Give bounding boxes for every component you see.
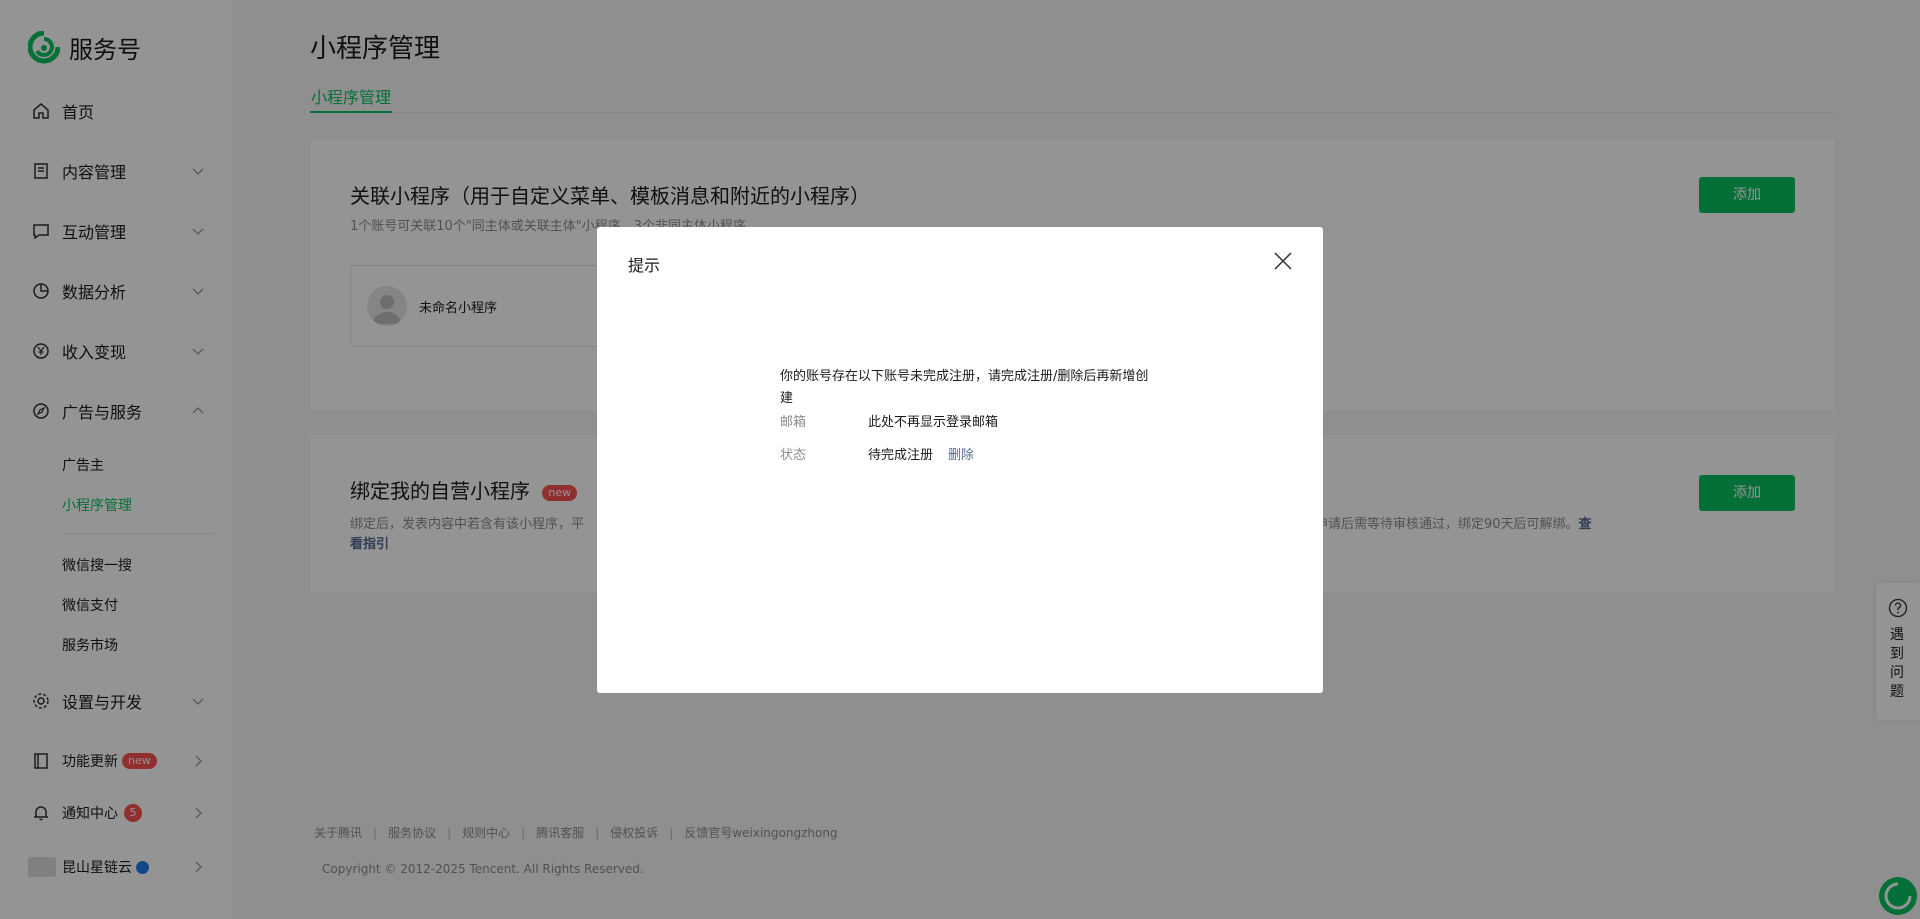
dialog-message: 你的账号存在以下账号未完成注册，请完成注册/删除后再新增创建 — [780, 369, 1149, 406]
status-label: 状态 — [780, 448, 807, 463]
dialog-title: 提示 — [628, 256, 661, 275]
status-value: 待完成注册 — [868, 448, 934, 463]
close-icon[interactable] — [1272, 250, 1294, 272]
notice-dialog: 提示 你的账号存在以下账号未完成注册，请完成注册/删除后再新增创建 邮箱 此处不再… — [597, 227, 1323, 693]
dialog-email-row: 邮箱 此处不再显示登录邮箱 — [780, 411, 998, 430]
delete-link[interactable]: 删除 — [948, 448, 974, 463]
email-label: 邮箱 — [780, 415, 807, 430]
email-value: 此处不再显示登录邮箱 — [868, 415, 999, 430]
dialog-status-row: 状态 待完成注册 删除 — [780, 444, 974, 463]
